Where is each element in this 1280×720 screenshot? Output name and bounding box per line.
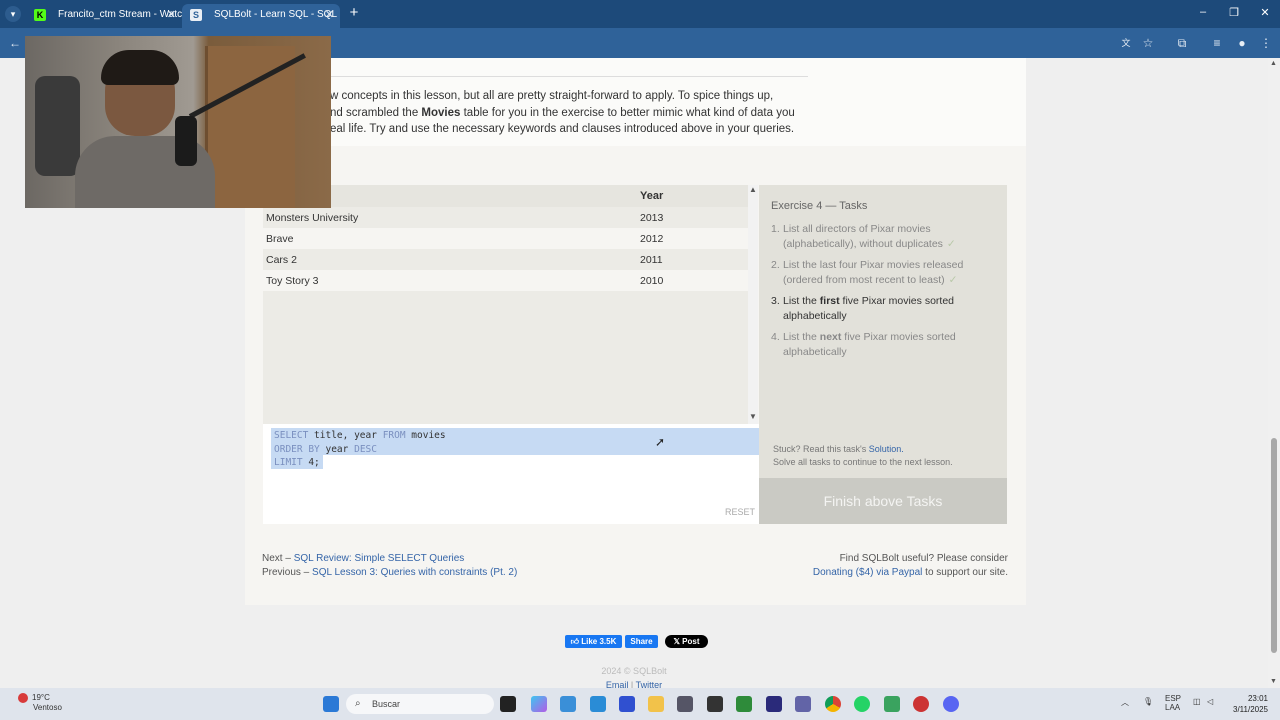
table-row: Monsters University 2013 (263, 207, 749, 228)
lesson-navigation: Next – SQL Review: Simple SELECT Queries… (262, 553, 518, 578)
scroll-up-icon[interactable]: ▲ (749, 185, 757, 194)
media-controls-icon[interactable]: ≡ (1209, 35, 1225, 51)
query-results-table: Year Monsters University 2013 Brave 2012… (263, 185, 749, 424)
chrome-icon[interactable] (825, 696, 841, 712)
footer-links: Email | Twitter (605, 680, 663, 688)
reset-button[interactable]: RESET (725, 507, 755, 517)
browser-tab-bar: ▾ K Francito_ctm Stream - Watch Li ✕ S S… (0, 0, 1280, 28)
zoom-icon[interactable] (619, 696, 635, 712)
language-indicator[interactable]: ESP LAA (1165, 694, 1181, 712)
x-post-button[interactable]: 𝕏 Post (665, 635, 708, 648)
app-icon[interactable] (884, 696, 900, 712)
maximize-button[interactable]: ❐ (1224, 6, 1244, 19)
kick-favicon-icon: K (34, 9, 46, 21)
show-hidden-icons-chevron-icon[interactable]: ︿ (1121, 697, 1129, 708)
page-scrollbar[interactable]: ▲ ▼ (1268, 58, 1280, 688)
sql-code[interactable]: SELECT title, year FROM movies ORDER BY … (274, 429, 446, 470)
previous-lesson-link[interactable]: SQL Lesson 3: Queries with constraints (… (312, 567, 517, 578)
menu-dots-icon[interactable]: ⋮ (1258, 35, 1274, 51)
column-header-year: Year (640, 190, 664, 202)
webcam-overlay (25, 36, 331, 208)
table-row: Toy Story 3 2010 (263, 270, 749, 291)
close-icon[interactable]: ✕ (167, 4, 176, 26)
facebook-share-button[interactable]: Share (625, 635, 658, 648)
file-explorer-icon[interactable] (648, 696, 664, 712)
task-item: 4. List the next five Pixar movies sorte… (771, 331, 956, 358)
windows-taskbar: 19°C Ventoso ⌕ Buscar ︿ 🎙︎ ESP LAA ◫ ◁ 23… (0, 688, 1280, 720)
app-icon[interactable] (913, 696, 929, 712)
copyright: 2024 © SQLBolt (601, 666, 667, 676)
tab-label: SQLBolt - Learn SQL - SQL Less (214, 9, 340, 20)
task-item: 2. List the last four Pixar movies relea… (771, 259, 964, 286)
profile-avatar-icon[interactable]: ● (1234, 35, 1250, 51)
taskbar-clock[interactable]: 23:01 3/11/2025 (1218, 693, 1268, 715)
x-logo-icon: 𝕏 (673, 637, 680, 646)
checkmark-icon: ✓ (946, 238, 956, 250)
star-icon[interactable]: ☆ (1140, 35, 1156, 51)
tab-search-chevron-icon[interactable]: ▾ (5, 6, 21, 22)
finish-tasks-button[interactable]: Finish above Tasks (759, 478, 1007, 524)
store-icon[interactable] (560, 696, 576, 712)
sql-editor[interactable]: SELECT title, year FROM movies ORDER BY … (263, 424, 759, 524)
new-tab-button[interactable]: + (346, 5, 362, 21)
extensions-icon[interactable]: ⧉ (1174, 35, 1190, 51)
scrollbar-thumb[interactable] (1271, 438, 1277, 653)
scroll-up-icon[interactable]: ▲ (1270, 60, 1277, 67)
tab-stream[interactable]: K Francito_ctm Stream - Watch Li ✕ (26, 4, 182, 28)
thumbs-up-icon: 👍︎ (570, 637, 579, 646)
copilot-icon[interactable] (531, 696, 547, 712)
minimize-button[interactable]: – (1193, 6, 1213, 18)
scroll-down-icon[interactable]: ▼ (1270, 678, 1277, 685)
intellij-icon[interactable] (766, 696, 782, 712)
solution-link[interactable]: Solution. (869, 444, 904, 454)
email-link[interactable]: Email (606, 680, 629, 688)
next-lesson-link[interactable]: SQL Review: Simple SELECT Queries (294, 553, 465, 564)
tab-label: Francito_ctm Stream - Watch Li (58, 9, 182, 20)
table-row: Cars 2 2011 (263, 249, 749, 270)
weather-icon (18, 693, 28, 703)
task-item: 1. List all directors of Pixar movies (a… (771, 223, 956, 250)
discord-icon[interactable] (943, 696, 959, 712)
divider (330, 76, 808, 77)
microphone (175, 116, 197, 166)
close-icon[interactable]: ✕ (325, 4, 334, 26)
tasks-heading: Exercise 4 — Tasks (771, 200, 868, 212)
windows-start-icon[interactable] (323, 696, 339, 712)
checkmark-icon: ✓ (948, 274, 958, 286)
donate-link[interactable]: Donating ($4) via Paypal (813, 567, 923, 578)
search-icon: ⌕ (355, 698, 361, 709)
vscode-icon[interactable] (590, 696, 606, 712)
task-item-current: 3. List the first five Pixar movies sort… (771, 295, 954, 322)
chair (35, 76, 80, 176)
scroll-down-icon[interactable]: ▼ (749, 412, 757, 421)
task-view-icon[interactable] (500, 696, 516, 712)
table-row: Brave 2012 (263, 228, 749, 249)
person-hair (101, 50, 179, 85)
weather-widget[interactable]: 19°C Ventoso (18, 693, 62, 713)
back-arrow-icon[interactable]: ← (7, 35, 23, 51)
facebook-like-button[interactable]: 👍︎ Like 3.5K (565, 635, 622, 648)
wifi-icon[interactable]: ◫ (1193, 697, 1201, 706)
microphone-icon[interactable]: 🎙︎ (1143, 697, 1153, 706)
app-icon[interactable] (707, 696, 723, 712)
app-icon[interactable] (677, 696, 693, 712)
minecraft-icon[interactable] (736, 696, 752, 712)
tab-sqlbolt[interactable]: S SQLBolt - Learn SQL - SQL Less ✕ (182, 4, 340, 28)
results-scrollbar[interactable]: ▲ ▼ (748, 185, 758, 424)
table-header: Year (263, 185, 749, 207)
volume-icon[interactable]: ◁ (1207, 697, 1213, 706)
support-message: Find SQLBolt useful? Please consider Don… (812, 553, 1008, 578)
lesson-paragraph: w concepts in this lesson, but all are p… (330, 90, 795, 135)
stuck-hint: Stuck? Read this task's Solution. Solve … (773, 444, 953, 467)
mouse-cursor-icon: ➚ (655, 435, 666, 449)
sqlbolt-favicon-icon: S (190, 9, 202, 21)
close-window-button[interactable]: ✕ (1255, 6, 1275, 19)
translate-icon[interactable]: 文 (1118, 35, 1134, 51)
taskbar-search[interactable]: ⌕ Buscar (346, 694, 494, 714)
tasks-panel: Exercise 4 — Tasks 1. List all directors… (759, 185, 1007, 478)
teams-icon[interactable] (795, 696, 811, 712)
whatsapp-icon[interactable] (854, 696, 870, 712)
twitter-link[interactable]: Twitter (636, 680, 663, 688)
